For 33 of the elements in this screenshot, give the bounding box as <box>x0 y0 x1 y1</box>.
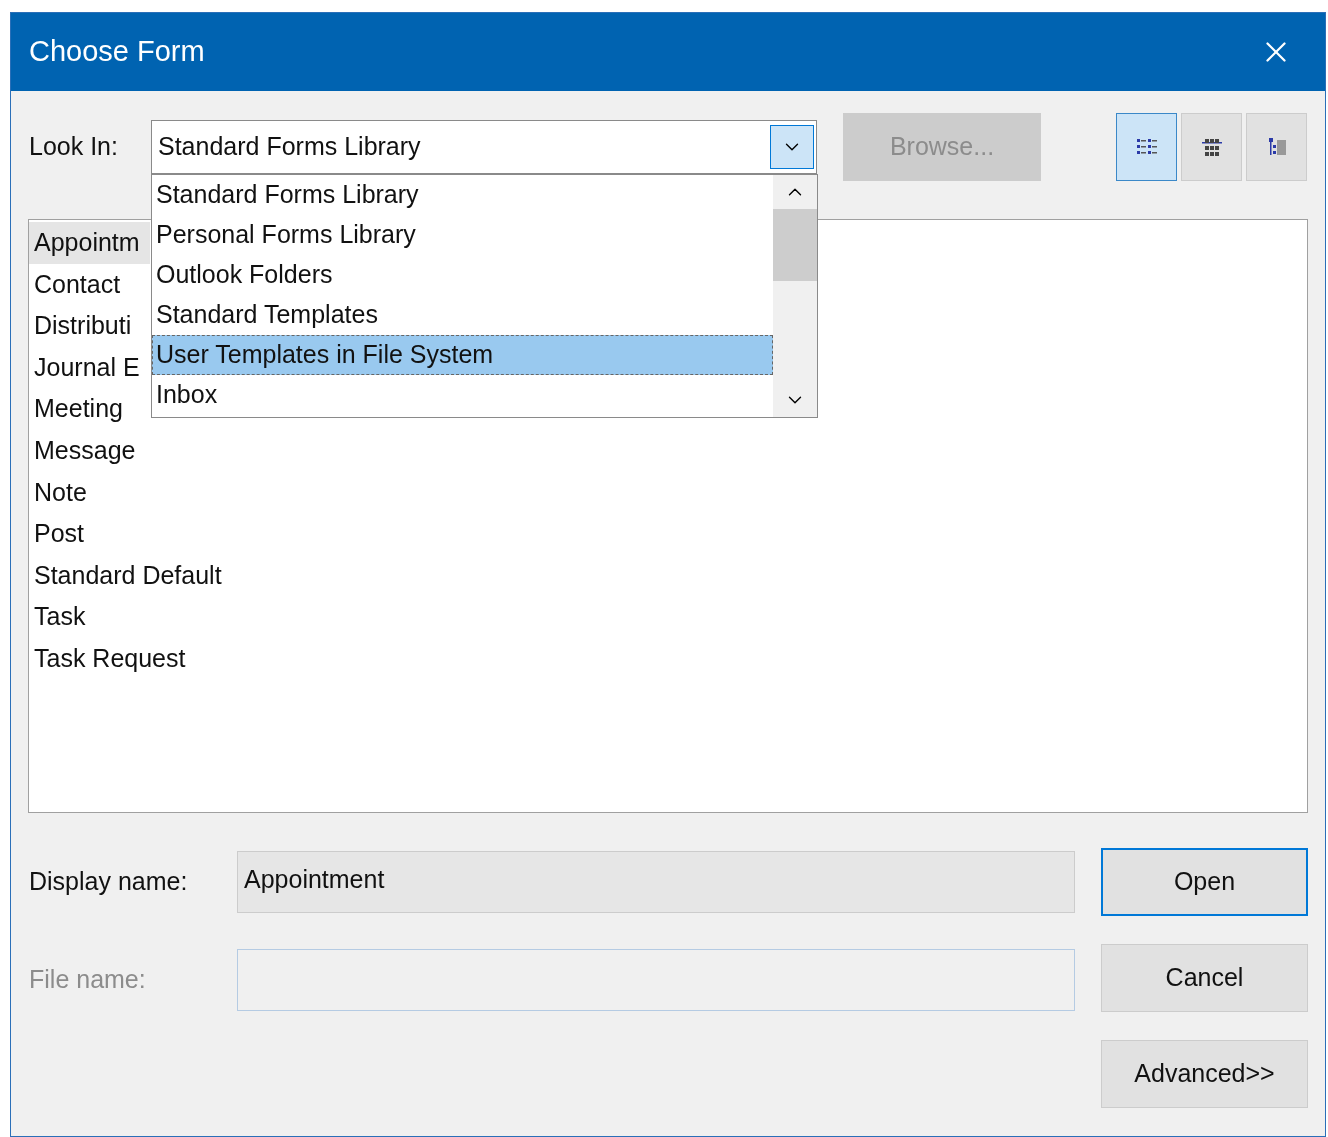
small-icons-view-icon <box>1135 137 1158 157</box>
grid-view-icon <box>1200 137 1223 157</box>
dropdown-option[interactable]: Standard Forms Library <box>152 175 773 215</box>
form-list-item[interactable]: Distributi <box>29 305 150 347</box>
view-button[interactable] <box>1116 113 1177 181</box>
display-name-label: Display name: <box>29 866 189 898</box>
form-list-item[interactable]: Journal E <box>29 346 150 389</box>
dialog-button[interactable]: Advanced>> <box>1101 1040 1308 1108</box>
dropdown-toggle[interactable] <box>770 125 814 169</box>
window-title: Choose Form <box>29 34 205 70</box>
form-list-item[interactable]: Task <box>29 596 150 638</box>
form-list-item[interactable]: Note <box>29 471 150 514</box>
dropdown-option[interactable]: Personal Forms Library <box>152 215 773 255</box>
view-button[interactable] <box>1181 113 1242 181</box>
form-list-item[interactable]: Post <box>29 513 150 555</box>
look-in-label: Look In: <box>29 131 119 163</box>
scroll-thumb[interactable] <box>773 209 817 281</box>
file-name-label: File name: <box>29 964 147 996</box>
form-list-item[interactable]: Task Request <box>29 637 190 680</box>
form-list-item[interactable]: Message <box>29 429 150 472</box>
look-in-dropdown[interactable]: Standard Forms Library <box>151 120 817 174</box>
scrollbar[interactable] <box>773 175 817 417</box>
dropdown-option[interactable]: Inbox <box>152 375 773 415</box>
dropdown-option[interactable]: Outlook Folders <box>152 255 773 295</box>
dropdown-option[interactable]: Standard Templates <box>152 295 773 335</box>
dropdown-option[interactable]: User Templates in File System <box>152 335 773 375</box>
dialog-button[interactable]: Cancel <box>1101 944 1308 1012</box>
dialog-button[interactable]: Open <box>1101 848 1308 916</box>
form-list-item[interactable]: Meeting <box>29 388 150 430</box>
form-list-item[interactable]: Appointm <box>29 222 150 264</box>
form-list-item[interactable]: Contact <box>29 263 150 306</box>
form-list-item[interactable]: Standard Default <box>29 554 226 597</box>
display-name-field[interactable]: Appointment <box>237 851 1075 913</box>
